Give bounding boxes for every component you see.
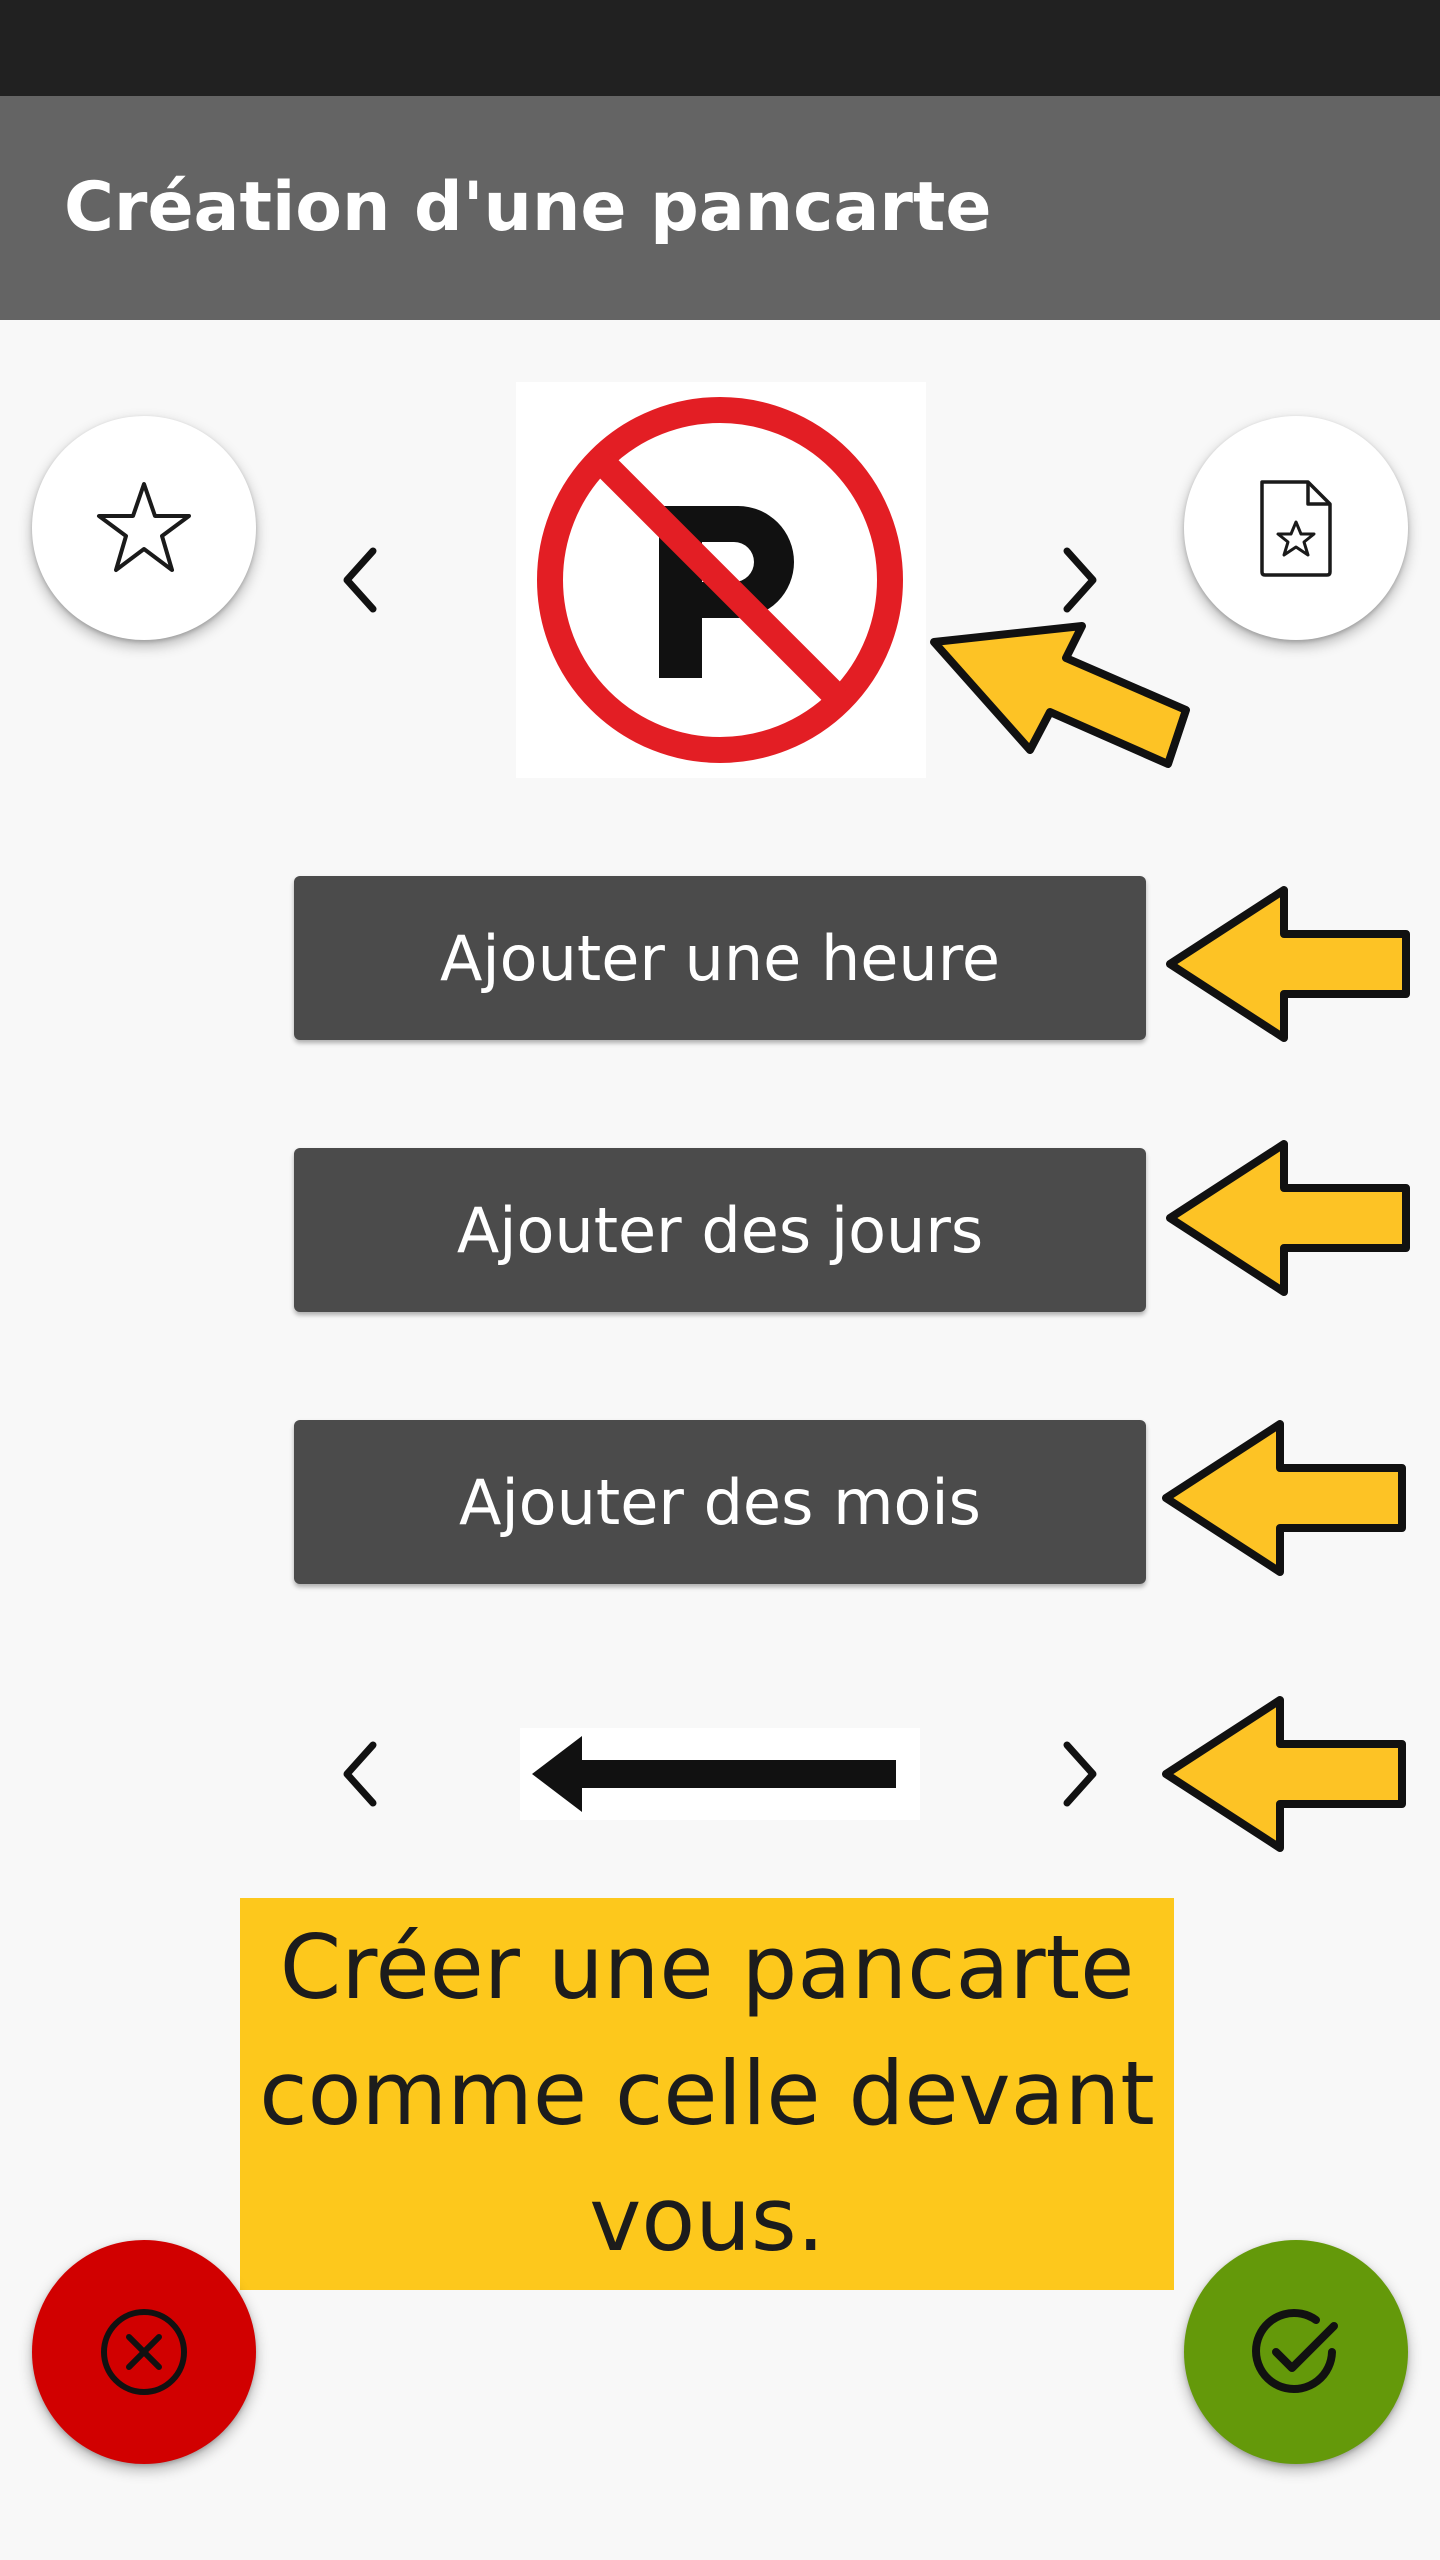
saved-signs-button[interactable] — [1184, 416, 1408, 640]
close-circle-icon — [101, 2309, 187, 2395]
instruction-banner: Créer une pancarte comme celle devant vo… — [240, 1898, 1174, 2290]
selected-direction — [520, 1728, 920, 1820]
page-title: Création d'une pancarte — [64, 168, 992, 247]
previous-sign-button[interactable] — [328, 540, 392, 620]
yellow-pointer-arrow-icon — [930, 622, 1190, 768]
chevron-left-icon — [343, 547, 377, 613]
chevron-right-icon — [1063, 1741, 1097, 1807]
add-hour-button[interactable]: Ajouter une heure — [294, 876, 1146, 1040]
previous-direction-button[interactable] — [328, 1734, 392, 1814]
yellow-pointer-arrow-icon — [1166, 886, 1410, 1042]
check-circle-icon — [1252, 2309, 1338, 2393]
add-months-button[interactable]: Ajouter des mois — [294, 1420, 1146, 1584]
add-days-button[interactable]: Ajouter des jours — [294, 1148, 1146, 1312]
app-bar: Création d'une pancarte — [0, 96, 1440, 320]
yellow-pointer-arrow-icon — [1166, 1140, 1410, 1296]
chevron-right-icon — [1063, 547, 1097, 613]
chevron-left-icon — [343, 1741, 377, 1807]
status-bar — [0, 0, 1440, 96]
favorites-button[interactable] — [32, 416, 256, 640]
instruction-text: Créer une pancarte comme celle devant vo… — [259, 1916, 1155, 2271]
document-star-icon — [1260, 480, 1332, 577]
yellow-pointer-arrow-icon — [1162, 1696, 1406, 1852]
no-parking-sign-icon — [537, 397, 903, 763]
selected-sign — [516, 382, 926, 778]
cancel-button[interactable] — [32, 2240, 256, 2464]
star-outline-icon — [97, 482, 191, 572]
next-direction-button[interactable] — [1048, 1734, 1112, 1814]
yellow-pointer-arrow-icon — [1162, 1420, 1406, 1576]
next-sign-button[interactable] — [1048, 540, 1112, 620]
left-arrow-icon — [532, 1736, 896, 1812]
confirm-button[interactable] — [1184, 2240, 1408, 2464]
